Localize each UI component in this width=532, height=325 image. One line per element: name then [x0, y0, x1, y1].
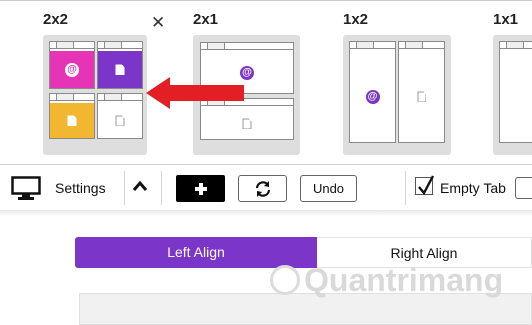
window-top-left: @: [49, 41, 95, 89]
close-icon[interactable]: ✕: [151, 13, 165, 33]
refresh-icon: [255, 181, 271, 197]
check-icon: [418, 175, 435, 196]
layout-label-1x1: 1x1: [493, 11, 519, 28]
window-right: [398, 41, 445, 143]
red-arrow-icon: [146, 77, 244, 109]
settings-pointer: [90, 201, 108, 210]
layout-label-2x2: 2x2: [43, 11, 69, 28]
watermark: Quantrimang: [304, 262, 504, 298]
chevron-up-icon[interactable]: [132, 180, 148, 192]
file-icon: [67, 115, 77, 126]
toolbar-shadow: [0, 210, 532, 216]
empty-tab-label[interactable]: Empty Tab: [440, 180, 506, 196]
file-icon: [242, 118, 252, 129]
at-sign-icon: @: [65, 62, 79, 77]
empty-tab-checkbox[interactable]: [415, 175, 435, 196]
watermark-logo: [270, 265, 300, 295]
file-icon: [115, 115, 125, 126]
file-icon: [115, 64, 125, 75]
monitor-icon: [11, 176, 41, 200]
layout-1x2-thumbnail[interactable]: @: [343, 35, 451, 155]
layout-label-1x2: 1x2: [343, 11, 369, 28]
undo-button[interactable]: Undo: [300, 175, 357, 202]
toolbar-button-partial[interactable]: [515, 177, 532, 199]
settings-label[interactable]: Settings: [55, 180, 106, 196]
layout-label-2x1: 2x1: [193, 11, 219, 28]
window-left: @: [349, 41, 396, 143]
layout-2x2-thumbnail[interactable]: @: [43, 35, 147, 155]
window-single: [499, 41, 532, 143]
layouts-panel: 2x2 ✕ 2x1 1x2 1x1 @ @ @: [0, 0, 532, 165]
at-sign-icon: @: [365, 89, 380, 104]
window-bottom-left: [49, 93, 95, 139]
window-bottom-right: [97, 93, 143, 139]
left-align-button[interactable]: Left Align: [75, 237, 317, 268]
add-button[interactable]: [176, 175, 225, 202]
layout-1x1-thumbnail[interactable]: [493, 35, 532, 155]
window-top-right: [97, 41, 143, 89]
file-icon: [417, 91, 426, 102]
toolbar: Settings Undo Empty Tab: [0, 164, 532, 211]
refresh-button[interactable]: [238, 175, 287, 202]
